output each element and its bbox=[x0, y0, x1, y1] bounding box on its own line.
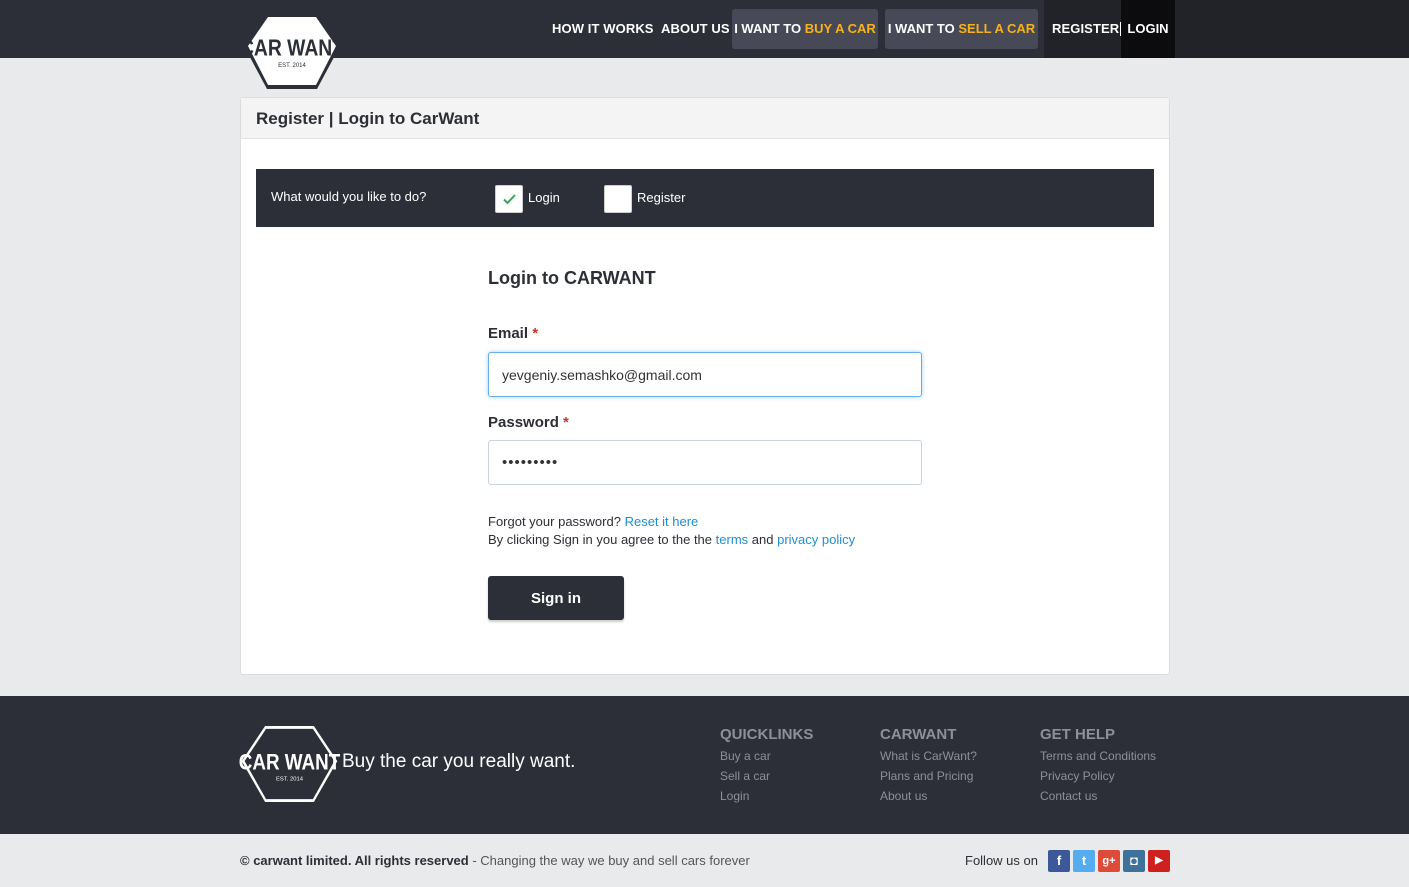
agreement-note: By clicking Sign in you agree to the the… bbox=[488, 532, 855, 547]
and-text: and bbox=[751, 532, 774, 547]
copyright-rest: - Changing the way we buy and sell cars … bbox=[468, 853, 750, 868]
logo-brand: CAR WANT bbox=[241, 35, 343, 61]
choice-question: What would you like to do? bbox=[271, 189, 427, 204]
copyright: © carwant limited. All rights reserved -… bbox=[240, 853, 750, 868]
footer-column-carwant: CARWANT What is CarWant? Plans and Prici… bbox=[880, 726, 977, 806]
nav-sell-prefix: I WANT TO bbox=[887, 21, 955, 36]
register-checkbox[interactable] bbox=[604, 185, 632, 213]
follow-us-label: Follow us on bbox=[965, 853, 1038, 868]
forgot-password-note: Forgot your password? Reset it here bbox=[488, 514, 698, 529]
footer-link-contact-us[interactable]: Contact us bbox=[1040, 786, 1156, 806]
footer-logo[interactable]: CAR WANT EST. 2014 bbox=[239, 724, 340, 804]
nav-login[interactable]: LOGIN bbox=[1121, 0, 1175, 58]
footer-column-get-help: GET HELP Terms and Conditions Privacy Po… bbox=[1040, 726, 1156, 806]
logo-est: EST. 2014 bbox=[278, 63, 306, 69]
terms-link[interactable]: terms bbox=[716, 532, 749, 547]
footer: CAR WANT EST. 2014 Buy the car you reall… bbox=[0, 696, 1409, 834]
footer-column-title: QUICKLINKS bbox=[720, 726, 814, 743]
copyright-bold: © carwant limited. All rights reserved bbox=[240, 853, 469, 868]
footer-link-about-us[interactable]: About us bbox=[880, 786, 977, 806]
form-title: Login to CARWANT bbox=[488, 268, 656, 288]
login-checkbox[interactable] bbox=[495, 185, 523, 213]
bottom-bar: © carwant limited. All rights reserved -… bbox=[0, 834, 1409, 887]
email-label: Email * bbox=[488, 325, 538, 342]
password-label: Password * bbox=[488, 414, 569, 431]
footer-column-quicklinks: QUICKLINKS Buy a car Sell a car Login bbox=[720, 726, 813, 806]
google-plus-icon[interactable]: g+ bbox=[1098, 850, 1120, 872]
footer-column-title: CARWANT bbox=[880, 726, 957, 743]
nav-register[interactable]: REGISTER bbox=[1052, 0, 1119, 58]
footer-link-login[interactable]: Login bbox=[720, 786, 813, 806]
footer-logo-est: EST. 2014 bbox=[276, 777, 304, 783]
footer-link-sell-a-car[interactable]: Sell a car bbox=[720, 766, 813, 786]
sign-in-button[interactable]: Sign in bbox=[488, 576, 624, 620]
footer-logo-brand: CAR WANT bbox=[239, 750, 340, 775]
action-choice-bar: What would you like to do? Login Registe… bbox=[256, 169, 1154, 227]
privacy-policy-link[interactable]: privacy policy bbox=[777, 532, 855, 547]
facebook-icon[interactable]: f bbox=[1048, 850, 1070, 872]
reset-password-link[interactable]: Reset it here bbox=[625, 514, 699, 529]
agree-text: By clicking Sign in you agree to the the bbox=[488, 532, 713, 547]
forgot-text: Forgot your password? bbox=[488, 514, 621, 529]
top-navbar: HOW IT WORKS ABOUT US I WANT TO BUY A CA… bbox=[0, 0, 1409, 58]
nav-sell-a-car[interactable]: I WANT TO SELL A CAR bbox=[885, 9, 1038, 49]
footer-link-plans-and-pricing[interactable]: Plans and Pricing bbox=[880, 766, 977, 786]
password-label-text: Password bbox=[488, 414, 559, 431]
nav-buy-prefix: I WANT TO bbox=[734, 21, 802, 36]
footer-link-buy-a-car[interactable]: Buy a car bbox=[720, 746, 813, 766]
login-option-label[interactable]: Login bbox=[528, 169, 560, 227]
nav-buy-highlight: BUY A CAR bbox=[804, 21, 876, 36]
youtube-icon[interactable]: ▶ bbox=[1148, 850, 1170, 872]
email-label-text: Email bbox=[488, 325, 529, 342]
required-mark: * bbox=[563, 414, 569, 431]
footer-link-terms[interactable]: Terms and Conditions bbox=[1040, 746, 1156, 766]
footer-link-privacy-policy[interactable]: Privacy Policy bbox=[1040, 766, 1156, 786]
login-card: Register | Login to CarWant What would y… bbox=[240, 97, 1170, 675]
required-mark: * bbox=[532, 325, 539, 342]
nav-how-it-works[interactable]: HOW IT WORKS bbox=[552, 0, 654, 58]
nav-buy-a-car[interactable]: I WANT TO BUY A CAR bbox=[732, 9, 878, 49]
password-field[interactable]: ••••••••• bbox=[488, 440, 922, 485]
card-title: Register | Login to CarWant bbox=[241, 98, 1169, 139]
nav-sell-highlight: SELL A CAR bbox=[958, 21, 1036, 36]
instagram-icon[interactable]: ◘ bbox=[1123, 850, 1145, 872]
footer-column-title: GET HELP bbox=[1040, 726, 1116, 743]
checkmark-icon bbox=[503, 194, 516, 205]
nav-about-us[interactable]: ABOUT US bbox=[661, 0, 730, 58]
footer-link-what-is-carwant[interactable]: What is CarWant? bbox=[880, 746, 977, 766]
footer-tagline: Buy the car you really want. bbox=[342, 751, 576, 772]
email-field[interactable] bbox=[488, 352, 922, 397]
register-option-label[interactable]: Register bbox=[637, 169, 685, 227]
carwant-logo[interactable]: CAR WANT EST. 2014 bbox=[241, 10, 343, 92]
twitter-icon[interactable]: t bbox=[1073, 850, 1095, 872]
